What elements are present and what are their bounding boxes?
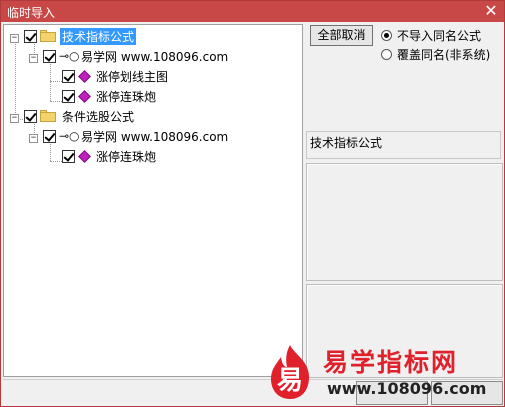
- tree-node-folder1[interactable]: 技术指标公式: [24, 27, 137, 45]
- description-panel[interactable]: [306, 163, 503, 281]
- radio-overwrite-duplicates[interactable]: 覆盖同名(非系统): [381, 46, 490, 63]
- expand-toggle-author2[interactable]: −: [29, 134, 38, 143]
- category-text: 技术指标公式: [310, 136, 383, 150]
- radio-button-unchecked[interactable]: [381, 49, 392, 60]
- watermark-title: 易学指标网: [323, 348, 459, 377]
- expand-toggle-folder2[interactable]: −: [10, 114, 19, 123]
- close-icon[interactable]: ✕: [482, 2, 500, 20]
- tree-node-author1[interactable]: ⊸○ 易学网 www.108096.com: [43, 47, 230, 65]
- watermark-url: www.108096.com: [327, 379, 487, 398]
- tree-label-formula3: 涨停连珠炮: [96, 149, 157, 164]
- tree-label-folder2: 条件选股公式: [62, 109, 135, 124]
- formula-tree[interactable]: − 技术指标公式 − ⊸○ 易学网 www.108096.com 涨停划线主图 …: [3, 24, 303, 377]
- expand-toggle-folder1[interactable]: −: [10, 34, 19, 43]
- cancel-all-button[interactable]: 全部取消: [310, 25, 373, 46]
- key-icon: ⊸○: [59, 49, 80, 63]
- checkbox-author1[interactable]: [43, 49, 56, 63]
- tree-node-formula2[interactable]: 涨停连珠炮: [62, 87, 158, 105]
- checkbox-folder1[interactable]: [24, 29, 37, 43]
- tree-label-formula2: 涨停连珠炮: [96, 89, 157, 104]
- import-dialog: 临时导入 ✕ − 技术指标公式 − ⊸○ 易学网 www.108096.com: [0, 0, 505, 407]
- badge-char: 易: [277, 366, 303, 396]
- folder-icon: [40, 110, 56, 122]
- window-title: 临时导入: [7, 6, 56, 20]
- checkbox-folder2[interactable]: [24, 109, 37, 123]
- formula-icon: [78, 69, 91, 83]
- tree-label-folder1: 技术指标公式: [60, 27, 137, 45]
- radio-label: 不导入同名公式: [397, 29, 482, 43]
- tree-label-author2: 易学网 www.108096.com: [81, 129, 229, 144]
- checkbox-formula2[interactable]: [62, 89, 75, 103]
- tree-node-author2[interactable]: ⊸○ 易学网 www.108096.com: [43, 127, 230, 145]
- formula-icon: [78, 89, 91, 103]
- radio-label: 覆盖同名(非系统): [397, 48, 491, 62]
- checkbox-author2[interactable]: [43, 129, 56, 143]
- tree-label-author1: 易学网 www.108096.com: [81, 49, 229, 64]
- title-bar[interactable]: 临时导入 ✕: [1, 1, 504, 22]
- tree-node-folder2[interactable]: 条件选股公式: [24, 107, 136, 125]
- category-info-box: 技术指标公式: [306, 131, 501, 159]
- key-icon: ⊸○: [59, 129, 80, 143]
- checkbox-formula1[interactable]: [62, 69, 75, 83]
- radio-skip-duplicates[interactable]: 不导入同名公式: [381, 27, 481, 44]
- folder-icon: [40, 30, 56, 42]
- tree-label-formula1: 涨停划线主图: [96, 69, 169, 84]
- checkbox-formula3[interactable]: [62, 149, 75, 163]
- expand-toggle-author1[interactable]: −: [29, 54, 38, 63]
- radio-button-checked[interactable]: [381, 30, 392, 41]
- tree-node-formula1[interactable]: 涨停划线主图: [62, 67, 170, 85]
- formula-icon: [78, 149, 91, 163]
- flame-badge-icon: 易: [271, 345, 309, 399]
- watermark-logo: 易 易学指标网 www.108096.com: [259, 341, 503, 407]
- tree-node-formula3[interactable]: 涨停连珠炮: [62, 147, 158, 165]
